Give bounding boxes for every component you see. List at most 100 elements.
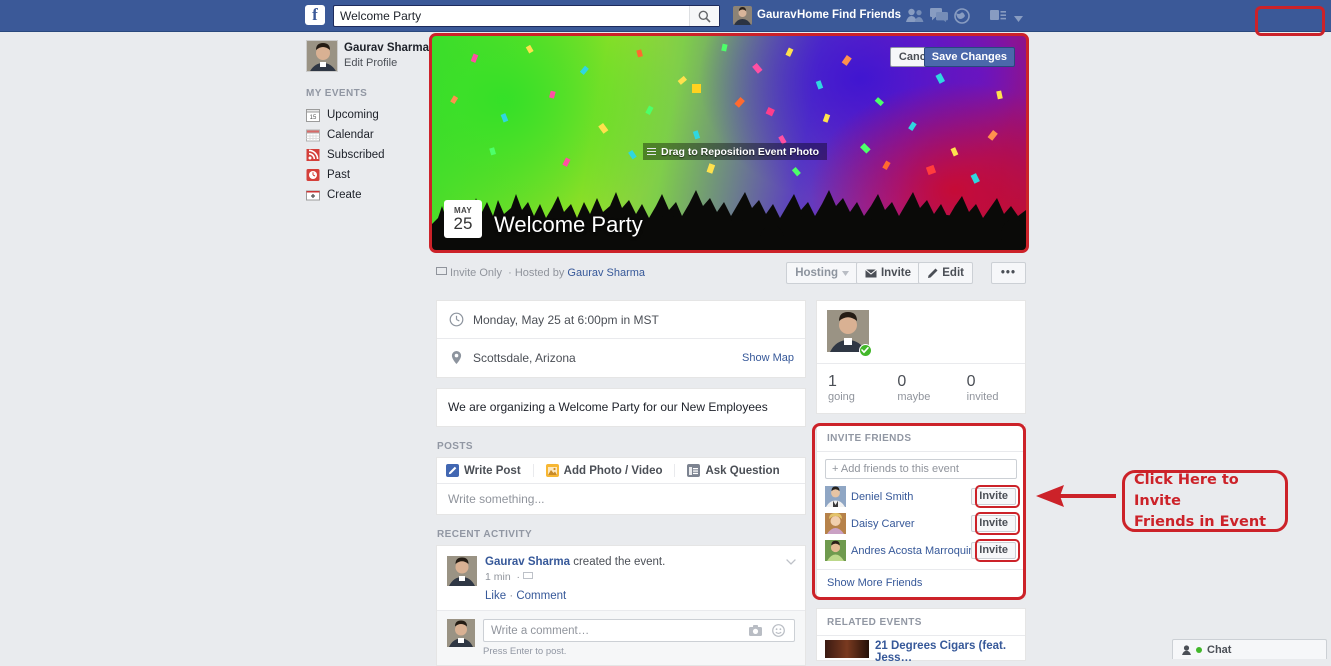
avatar[interactable] <box>733 6 752 25</box>
invited-label: invited <box>966 391 999 403</box>
sidebar-profile-name[interactable]: Gaurav Sharma <box>344 42 429 54</box>
rss-icon <box>306 148 320 162</box>
going-count-block[interactable]: 1 going <box>817 373 886 403</box>
event-privacy-label: Invite Only <box>450 267 502 279</box>
nav-find-friends-link[interactable]: Find Friends <box>832 9 901 21</box>
emoji-icon[interactable] <box>772 624 785 637</box>
right-sidebar-column: 1 going 0 maybe 0 invited INVITE FRIENDS… <box>812 300 1026 664</box>
event-datetime: Monday, May 25 at 6:00pm in MST <box>473 312 659 327</box>
comment-area: Write a comment… Press Enter to post. <box>437 610 805 665</box>
activity-text: Gaurav Sharma created the event. <box>485 556 795 568</box>
more-options-button[interactable]: ••• <box>990 262 1026 284</box>
show-more-friends-link[interactable]: Show More Friends <box>817 569 1025 597</box>
envelope-icon <box>436 267 447 275</box>
tab-write-post[interactable]: Write Post <box>446 464 533 477</box>
comment-input[interactable]: Write a comment… <box>483 619 795 642</box>
sidebar-item-upcoming[interactable]: 15 Upcoming <box>306 105 430 125</box>
event-details-card: Monday, May 25 at 6:00pm in MST Scottsda… <box>436 300 806 378</box>
search-input[interactable] <box>334 6 689 26</box>
invite-label: Invite <box>880 267 911 279</box>
sidebar-section-header: MY EVENTS <box>306 88 368 99</box>
sidebar-item-past[interactable]: Past <box>306 165 430 185</box>
avatar[interactable] <box>306 40 338 72</box>
sidebar-item-create[interactable]: Create <box>306 185 430 205</box>
plus-icon <box>306 188 320 202</box>
host-name-link[interactable]: Gaurav Sharma <box>567 267 645 279</box>
invited-count-block[interactable]: 0 invited <box>956 373 1025 403</box>
related-event-title[interactable]: 21 Degrees Cigars (feat. Jess… <box>875 640 1006 664</box>
avatar[interactable] <box>825 486 846 507</box>
avatar[interactable] <box>825 513 846 534</box>
activity-meta: 1 min · <box>485 571 795 583</box>
comment-link[interactable]: Comment <box>516 590 566 602</box>
going-count: 1 <box>828 373 837 390</box>
friend-name[interactable]: Deniel Smith <box>851 491 913 503</box>
guest-list-card: 1 going 0 maybe 0 invited <box>816 300 1026 414</box>
like-link[interactable]: Like <box>485 590 506 602</box>
sidebar-profile[interactable]: Gaurav Sharma Edit Profile <box>300 40 430 74</box>
sidebar-item-label: Upcoming <box>327 109 379 121</box>
envelope-icon <box>865 268 877 277</box>
sidebar-item-calendar[interactable]: Calendar <box>306 125 430 145</box>
facebook-logo-icon[interactable]: f <box>305 5 325 25</box>
friend-row: Daisy Carver Invite <box>817 510 1025 537</box>
maybe-count-block[interactable]: 0 maybe <box>886 373 955 403</box>
event-description-card: We are organizing a Welcome Party for ou… <box>436 388 806 427</box>
messages-icon[interactable] <box>930 8 948 24</box>
search-icon[interactable] <box>689 6 719 26</box>
comment-hint: Press Enter to post. <box>483 646 567 657</box>
edit-button[interactable]: Edit <box>918 262 973 284</box>
chevron-down-icon[interactable] <box>786 557 796 565</box>
sidebar-item-subscribed[interactable]: Subscribed <box>306 145 430 165</box>
friend-row: Deniel Smith Invite <box>817 483 1025 510</box>
nav-user-name[interactable]: Gaurav <box>757 9 797 21</box>
calendar-icon <box>306 128 320 142</box>
account-caret-icon[interactable] <box>1014 13 1023 22</box>
annotation-callout: Click Here to Invite Friends in Event <box>1122 470 1288 532</box>
friend-name[interactable]: Andres Acosta Marroquin <box>851 545 975 557</box>
tab-ask-question[interactable]: Ask Question <box>674 464 791 477</box>
invite-button[interactable]: Invite <box>855 262 920 284</box>
friend-requests-icon[interactable] <box>906 8 924 24</box>
calendar-15-icon: 15 <box>306 108 320 122</box>
chat-bar[interactable]: Chat <box>1172 639 1327 659</box>
edit-profile-link[interactable]: Edit Profile <box>344 57 397 69</box>
hosting-button[interactable]: Hosting <box>786 262 858 284</box>
chevron-down-icon <box>842 270 849 276</box>
activity-author[interactable]: Gaurav Sharma <box>485 556 570 568</box>
tab-label: Add Photo / Video <box>563 464 663 477</box>
related-event-row[interactable]: 21 Degrees Cigars (feat. Jess… <box>817 636 1025 664</box>
show-map-link[interactable]: Show Map <box>742 352 794 364</box>
sidebar-item-label: Past <box>327 169 351 181</box>
composer-tabs: Write Post Add Photo / Video Ask Questio… <box>437 458 805 484</box>
going-label: going <box>828 391 855 403</box>
add-friends-input[interactable]: + Add friends to this event <box>825 459 1017 479</box>
online-status-dot <box>1196 646 1202 653</box>
event-location-row: Scottsdale, Arizona Show Map <box>437 339 805 377</box>
search-bar[interactable] <box>333 5 720 27</box>
separator: · <box>509 590 514 602</box>
question-list-icon <box>687 464 701 477</box>
camera-icon[interactable] <box>749 625 762 636</box>
related-event-thumbnail[interactable] <box>825 640 869 658</box>
main-content-column: Monday, May 25 at 6:00pm in MST Scottsda… <box>436 300 806 666</box>
recent-activity-card: Gaurav Sharma created the event. 1 min ·… <box>436 545 806 666</box>
friend-name[interactable]: Daisy Carver <box>851 518 915 530</box>
avatar[interactable] <box>825 540 846 561</box>
friend-row: Andres Acosta Marroquin Invite <box>817 537 1025 564</box>
activity-story: Gaurav Sharma created the event. 1 min ·… <box>437 546 805 610</box>
avatar[interactable] <box>447 556 477 586</box>
invite-friend-button[interactable]: Invite <box>971 488 1016 505</box>
tab-add-photo-video[interactable]: Add Photo / Video <box>532 464 675 477</box>
privacy-lock-icon[interactable] <box>989 8 1007 24</box>
top-navigation-bar: f Gaurav Home Find Friends <box>0 0 1331 32</box>
invite-friend-button[interactable]: Invite <box>971 542 1016 559</box>
invite-friend-button[interactable]: Invite <box>971 515 1016 532</box>
avatar[interactable] <box>447 619 475 647</box>
post-composer[interactable]: Write Post Add Photo / Video Ask Questio… <box>436 457 806 515</box>
nav-home-link[interactable]: Home <box>797 9 829 21</box>
invite-friends-card: INVITE FRIENDS + Add friends to this eve… <box>816 424 1026 598</box>
annotation-line-1: Click Here to Invite <box>1134 471 1239 509</box>
post-composer-input[interactable]: Write something... <box>448 492 544 506</box>
notifications-icon[interactable] <box>953 8 971 24</box>
